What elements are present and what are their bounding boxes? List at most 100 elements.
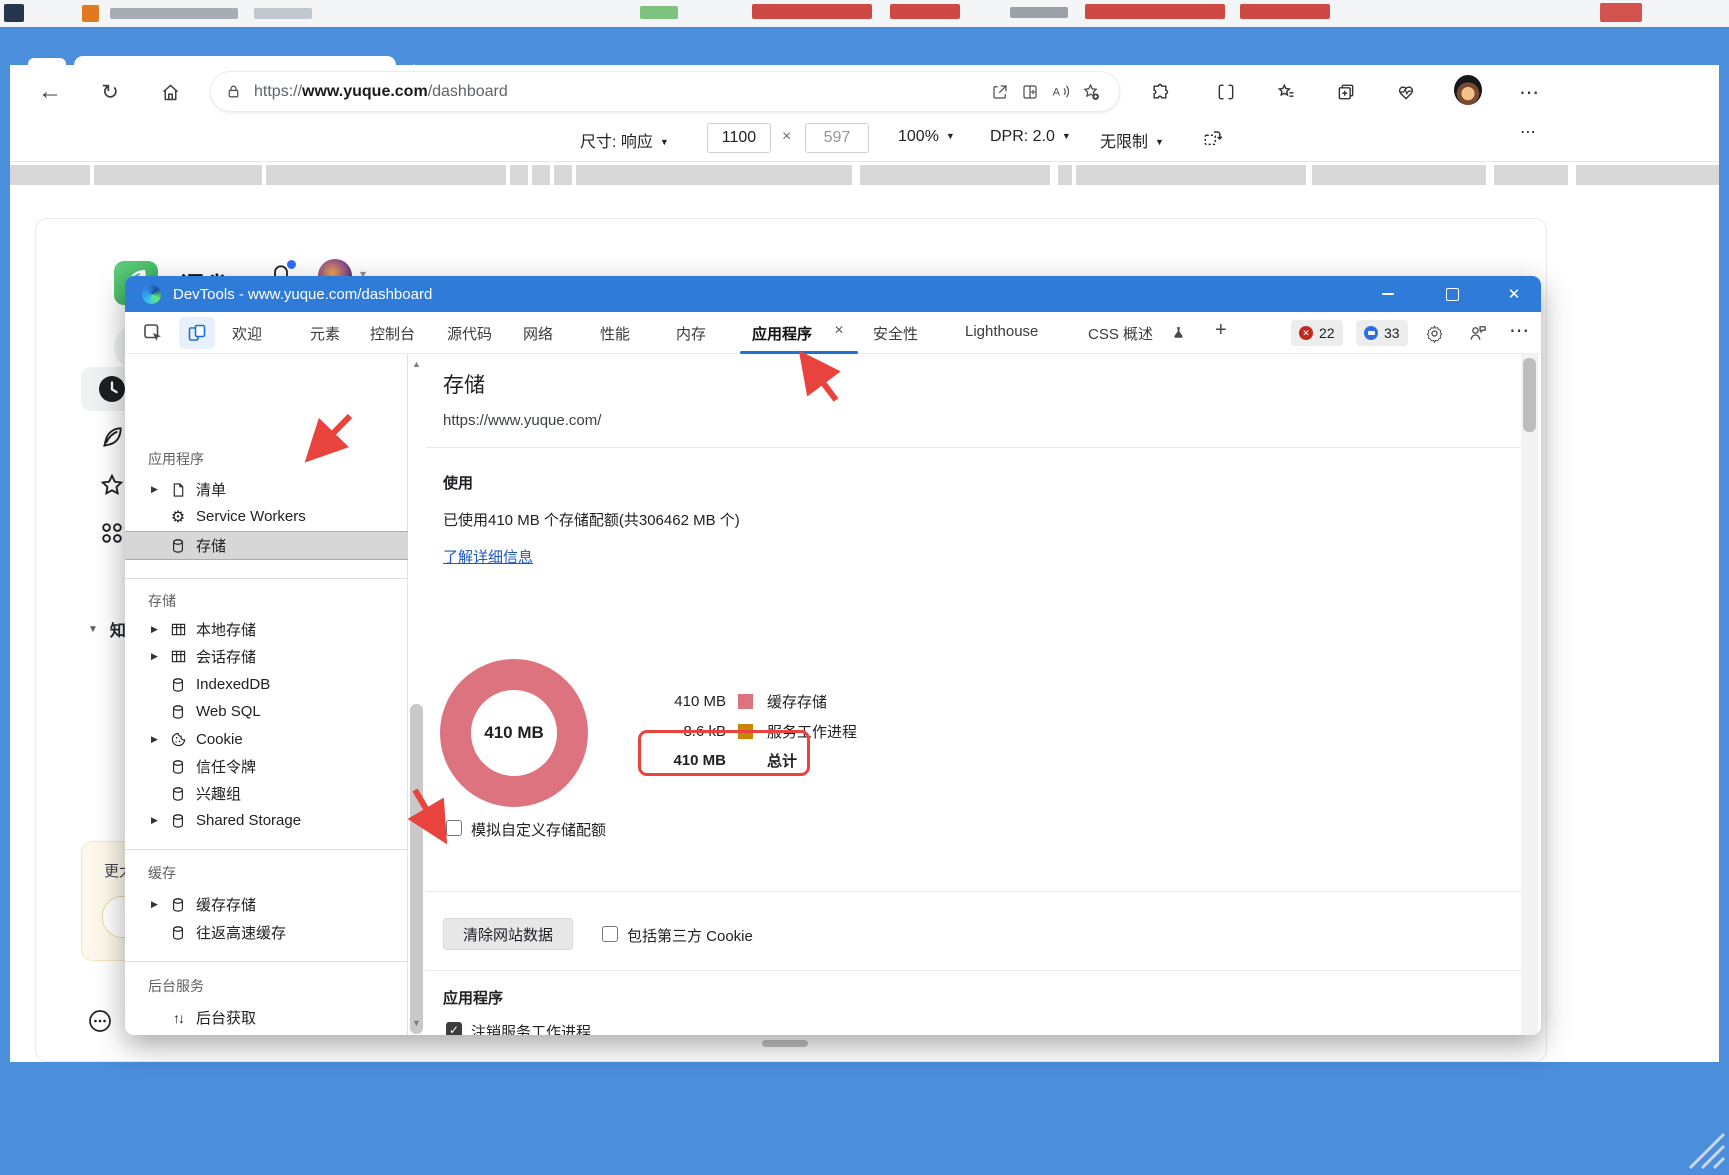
scroll-up-icon[interactable]: ▲ bbox=[412, 359, 421, 369]
tree-item-websql[interactable]: Web SQL bbox=[125, 698, 408, 725]
scroll-down-icon[interactable]: ▼ bbox=[412, 1018, 421, 1028]
sidebar-section-title: 缓存 bbox=[148, 863, 176, 883]
scrollbar-thumb[interactable] bbox=[1523, 358, 1536, 432]
expand-arrow-icon[interactable]: ▶ bbox=[151, 734, 165, 745]
expand-arrow-icon[interactable]: ▶ bbox=[151, 624, 165, 635]
tab-elements[interactable]: 元素 bbox=[310, 323, 340, 344]
database-icon bbox=[169, 812, 187, 830]
issues-badge[interactable]: 33 bbox=[1356, 320, 1408, 346]
browser-essentials-icon[interactable] bbox=[1392, 78, 1420, 106]
devtools-titlebar: DevTools - www.yuque.com/dashboard ✕ bbox=[125, 276, 1541, 312]
usage-heading: 使用 bbox=[443, 472, 473, 493]
feedback-icon[interactable] bbox=[1465, 320, 1491, 346]
tree-item-cookie[interactable]: ▶ Cookie bbox=[125, 726, 408, 753]
favorites-icon[interactable] bbox=[1272, 78, 1300, 106]
database-icon bbox=[169, 785, 187, 803]
split-screen-icon[interactable] bbox=[1212, 78, 1240, 106]
unregister-sw-checkbox[interactable]: ✓ bbox=[446, 1022, 462, 1035]
settings-gear-icon[interactable] bbox=[1421, 320, 1447, 346]
table-icon bbox=[169, 648, 187, 666]
tab-console[interactable]: 控制台 bbox=[370, 323, 415, 344]
tree-item-session-storage[interactable]: ▶ 会话存储 bbox=[125, 643, 408, 670]
address-bar[interactable]: https://www.yuque.com/dashboard A bbox=[210, 71, 1120, 112]
tab-css-overview[interactable]: CSS 概述 bbox=[1088, 323, 1153, 344]
media-query-bar bbox=[10, 162, 1719, 190]
tree-item-trust-tokens[interactable]: 信任令牌 bbox=[125, 753, 408, 780]
favorite-add-icon[interactable] bbox=[1075, 82, 1105, 101]
extensions-icon[interactable] bbox=[1146, 78, 1174, 106]
cookie-icon bbox=[169, 731, 187, 749]
refresh-icon[interactable]: ↻ bbox=[96, 78, 124, 106]
dpr-dropdown[interactable]: DPR: 2.0▼ bbox=[990, 128, 1071, 146]
sidebar-scrollbar[interactable]: ▲ ▼ bbox=[408, 354, 426, 1035]
split-window-icon[interactable] bbox=[1015, 83, 1045, 101]
viewport-resize-handle[interactable] bbox=[762, 1040, 808, 1047]
tab-network[interactable]: 网络 bbox=[523, 323, 553, 344]
tree-item-back-forward-cache[interactable]: 往返高速缓存 bbox=[125, 919, 408, 946]
device-toolbar-more-icon[interactable]: ⋯ bbox=[1520, 122, 1536, 142]
address-url[interactable]: https://www.yuque.com/dashboard bbox=[254, 83, 985, 101]
expand-arrow-icon[interactable]: ▶ bbox=[151, 651, 165, 662]
settings-more-icon[interactable]: ⋯ bbox=[1516, 78, 1544, 106]
profile-avatar[interactable] bbox=[1454, 76, 1482, 104]
tree-item-background-fetch[interactable]: ↑↓ 后台获取 bbox=[125, 1004, 408, 1031]
tree-item-service-workers[interactable]: ⚙ Service Workers bbox=[125, 503, 408, 530]
error-badge[interactable]: ✕ 22 bbox=[1291, 320, 1343, 346]
device-toolbar-toggle-icon[interactable] bbox=[179, 317, 215, 349]
rotate-device-icon[interactable] bbox=[1202, 127, 1224, 149]
more-tabs-add-icon[interactable]: + bbox=[1215, 319, 1227, 342]
viewport-width-input[interactable] bbox=[707, 123, 771, 153]
devtools-close-button[interactable]: ✕ bbox=[1499, 281, 1529, 307]
viewport-height-input[interactable] bbox=[805, 123, 869, 153]
background-window-fragment bbox=[1240, 4, 1330, 19]
database-icon bbox=[169, 924, 187, 942]
expand-arrow-icon[interactable]: ▶ bbox=[151, 899, 165, 910]
tab-performance[interactable]: 性能 bbox=[600, 323, 630, 344]
tab-welcome[interactable]: 欢迎 bbox=[232, 323, 262, 344]
tab-security[interactable]: 安全性 bbox=[873, 323, 918, 344]
database-icon bbox=[169, 758, 187, 776]
tree-item-interest-groups[interactable]: 兴趣组 bbox=[125, 780, 408, 807]
tab-application[interactable]: 应用程序 bbox=[752, 323, 812, 344]
third-party-cookie-checkbox[interactable] bbox=[602, 926, 618, 942]
main-scrollbar[interactable] bbox=[1521, 354, 1538, 1035]
zoom-dropdown[interactable]: 100%▼ bbox=[898, 128, 955, 146]
tree-item-storage[interactable]: 存储 bbox=[125, 531, 408, 560]
back-icon[interactable]: ← bbox=[36, 78, 64, 106]
tab-lighthouse[interactable]: Lighthouse bbox=[965, 323, 1038, 340]
home-icon[interactable] bbox=[156, 78, 184, 106]
usage-text: 已使用410 MB 个存储配额(共306462 MB 个) bbox=[443, 509, 740, 530]
expand-arrow-icon[interactable]: ▶ bbox=[151, 484, 165, 495]
tree-item-local-storage[interactable]: ▶ 本地存储 bbox=[125, 616, 408, 643]
inspect-element-icon[interactable] bbox=[139, 320, 167, 346]
collections-icon[interactable] bbox=[1332, 78, 1360, 106]
lock-icon[interactable] bbox=[225, 83, 242, 100]
background-window-fragment bbox=[890, 4, 960, 19]
devtools-maximize-button[interactable] bbox=[1437, 281, 1467, 307]
tab-application-close-icon[interactable]: ✕ bbox=[834, 323, 844, 337]
expand-arrow-icon[interactable]: ▶ bbox=[151, 815, 165, 826]
learn-more-link[interactable]: 了解详细信息 bbox=[443, 546, 533, 567]
throttling-dropdown[interactable]: 无限制▼ bbox=[1100, 128, 1164, 152]
usage-donut-chart: 410 MB bbox=[440, 659, 588, 807]
error-icon: ✕ bbox=[1299, 326, 1313, 340]
tree-item-manifest[interactable]: ▶ 清单 bbox=[125, 476, 408, 503]
tree-item-background-sync[interactable]: ↻ 后台同步 bbox=[125, 1031, 408, 1035]
tree-item-shared-storage[interactable]: ▶ Shared Storage bbox=[125, 807, 408, 834]
database-icon bbox=[169, 703, 187, 721]
device-size-dropdown[interactable]: 尺寸: 响应▼ bbox=[580, 128, 669, 152]
tab-sources[interactable]: 源代码 bbox=[447, 323, 492, 344]
read-aloud-icon[interactable]: A bbox=[1045, 82, 1075, 101]
tab-memory[interactable]: 内存 bbox=[676, 323, 706, 344]
tree-item-cache-storage[interactable]: ▶ 缓存存储 bbox=[125, 891, 408, 918]
tree-item-indexeddb[interactable]: IndexedDB bbox=[125, 671, 408, 698]
devtools-minimize-button[interactable] bbox=[1373, 284, 1403, 304]
check-icon: ✓ bbox=[449, 1023, 459, 1035]
table-icon bbox=[169, 621, 187, 639]
share-icon[interactable] bbox=[985, 83, 1015, 101]
annotation-arrow-storage bbox=[295, 408, 360, 468]
devtools-more-icon[interactable]: ⋯ bbox=[1509, 318, 1531, 343]
scrollbar-thumb[interactable] bbox=[410, 704, 423, 1034]
window-resize-grip[interactable] bbox=[1684, 1126, 1726, 1170]
clear-site-data-button[interactable]: 清除网站数据 bbox=[443, 918, 573, 950]
